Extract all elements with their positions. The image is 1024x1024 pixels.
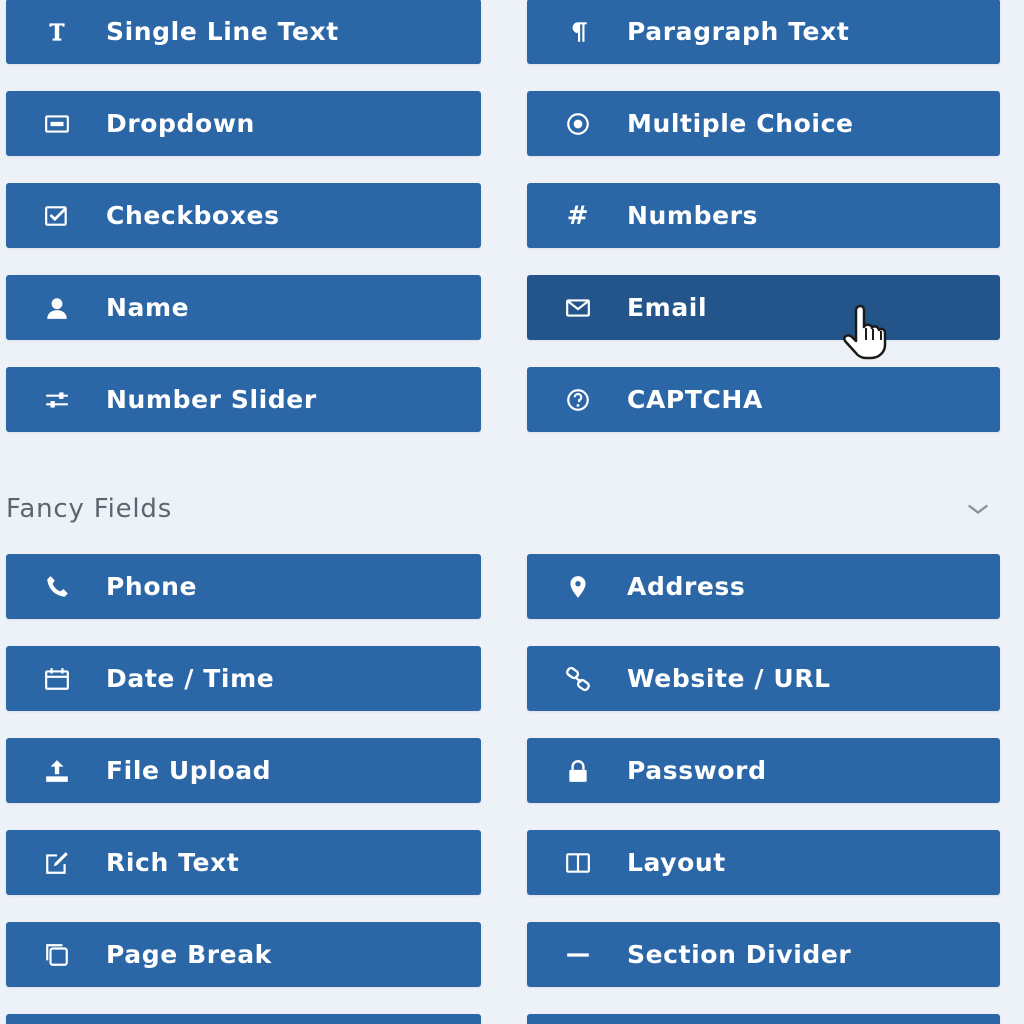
map-marker-icon — [563, 572, 593, 602]
field-captcha-button[interactable]: CAPTCHA — [527, 367, 1000, 432]
phone-icon — [42, 572, 72, 602]
field-address-button[interactable]: Address — [527, 554, 1000, 619]
field-button-partial[interactable] — [6, 1014, 481, 1024]
field-label: Single Line Text — [106, 17, 339, 46]
field-numbers-button[interactable]: # Numbers — [527, 183, 1000, 248]
field-password-button[interactable]: Password — [527, 738, 1000, 803]
field-date-time-button[interactable]: Date / Time — [6, 646, 481, 711]
field-phone-button[interactable]: Phone — [6, 554, 481, 619]
field-button-partial[interactable] — [527, 1014, 1000, 1024]
field-email-button[interactable]: Email — [527, 275, 1000, 340]
field-label: Phone — [106, 572, 198, 601]
field-name-button[interactable]: Name — [6, 275, 481, 340]
field-label: Layout — [627, 848, 726, 877]
field-label: Rich Text — [106, 848, 240, 877]
field-page-break-button[interactable]: Page Break — [6, 922, 481, 987]
fancy-fields-grid: Phone Address Date / Time Website / URL … — [6, 554, 1000, 1024]
field-label: Address — [627, 572, 746, 601]
field-label: Numbers — [627, 201, 759, 230]
field-single-line-text-button[interactable]: Single Line Text — [6, 0, 481, 64]
field-dropdown-button[interactable]: Dropdown — [6, 91, 481, 156]
minus-icon — [563, 940, 593, 970]
paragraph-icon — [563, 17, 593, 47]
sliders-icon — [42, 385, 72, 415]
field-layout-button[interactable]: Layout — [527, 830, 1000, 895]
field-label: Password — [627, 756, 767, 785]
field-file-upload-button[interactable]: File Upload — [6, 738, 481, 803]
field-label: Multiple Choice — [627, 109, 854, 138]
question-circle-icon — [563, 385, 593, 415]
hash-icon: # — [566, 200, 590, 231]
field-label: Section Divider — [627, 940, 852, 969]
upload-icon — [42, 756, 72, 786]
field-multiple-choice-button[interactable]: Multiple Choice — [527, 91, 1000, 156]
fancy-fields-header[interactable]: Fancy Fields — [6, 484, 1000, 534]
field-label: Checkboxes — [106, 201, 280, 230]
field-label: Page Break — [106, 940, 272, 969]
copy-icon — [42, 940, 72, 970]
field-label: CAPTCHA — [627, 385, 763, 414]
field-picker-panel: Single Line Text Paragraph Text Dropdown… — [0, 0, 1024, 1024]
user-icon — [42, 293, 72, 323]
field-label: Date / Time — [106, 664, 275, 693]
field-paragraph-text-button[interactable]: Paragraph Text — [527, 0, 1000, 64]
field-label: Dropdown — [106, 109, 255, 138]
text-cursor-icon — [42, 17, 72, 47]
field-label: Number Slider — [106, 385, 317, 414]
chevron-down-icon[interactable] — [958, 489, 998, 529]
link-icon — [563, 664, 593, 694]
field-label: Name — [106, 293, 190, 322]
columns-icon — [563, 848, 593, 878]
edit-icon — [42, 848, 72, 878]
lock-icon — [563, 756, 593, 786]
dropdown-icon — [42, 109, 72, 139]
field-checkboxes-button[interactable]: Checkboxes — [6, 183, 481, 248]
field-rich-text-button[interactable]: Rich Text — [6, 830, 481, 895]
envelope-icon — [563, 293, 593, 323]
field-number-slider-button[interactable]: Number Slider — [6, 367, 481, 432]
radio-icon — [563, 109, 593, 139]
field-label: File Upload — [106, 756, 272, 785]
field-label: Website / URL — [627, 664, 831, 693]
calendar-icon — [42, 664, 72, 694]
standard-fields-grid: Single Line Text Paragraph Text Dropdown… — [6, 0, 1000, 432]
section-title: Fancy Fields — [6, 494, 173, 524]
field-label: Email — [627, 293, 708, 322]
field-website-url-button[interactable]: Website / URL — [527, 646, 1000, 711]
field-section-divider-button[interactable]: Section Divider — [527, 922, 1000, 987]
field-label: Paragraph Text — [627, 17, 850, 46]
checkbox-icon — [42, 201, 72, 231]
